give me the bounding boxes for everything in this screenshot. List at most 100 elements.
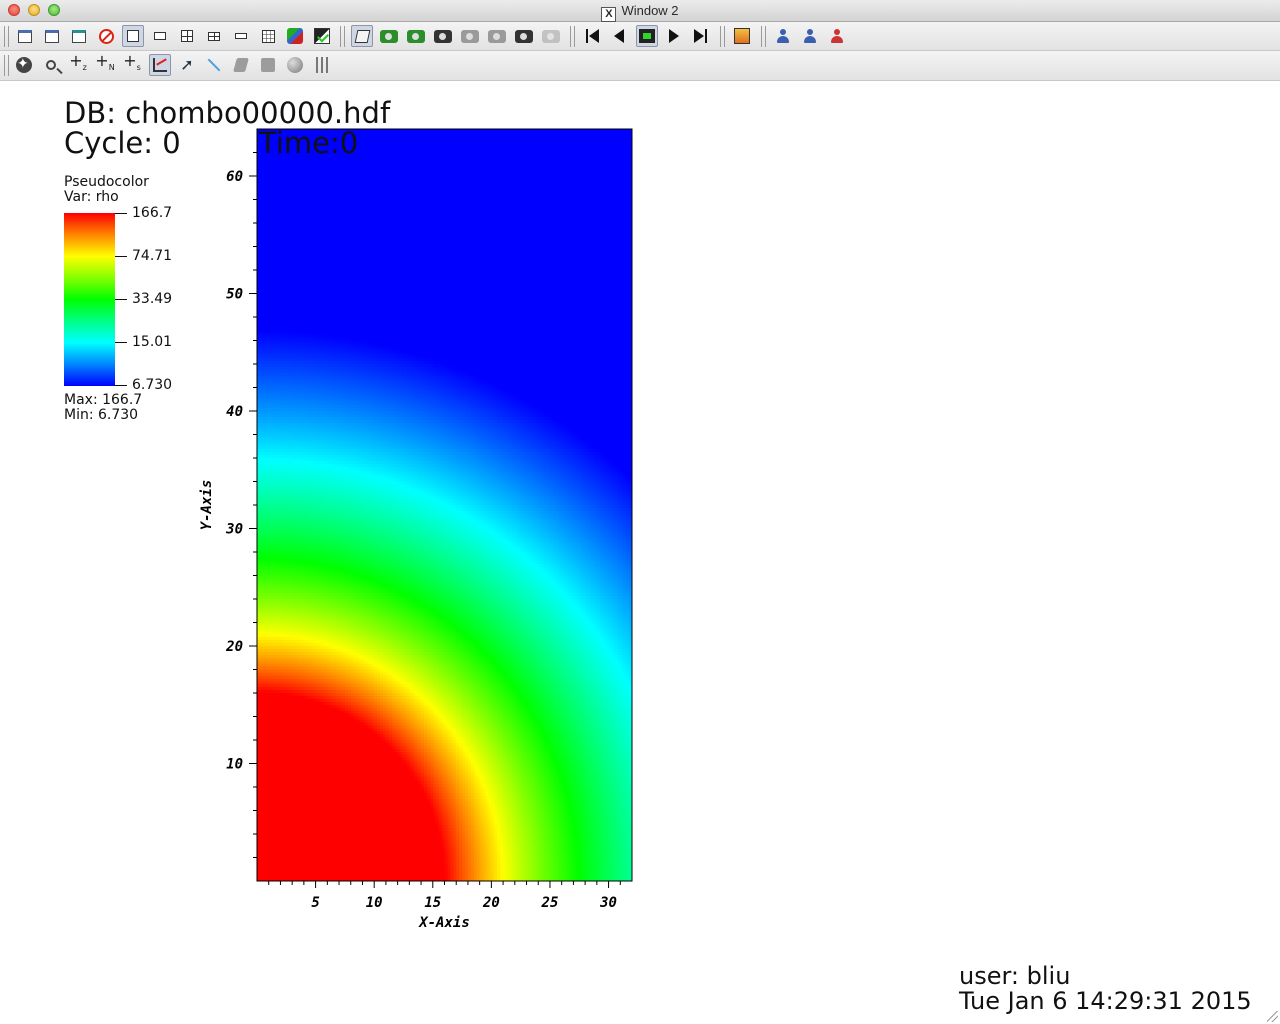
layout-4x4-icon [235,33,247,39]
user-2-button[interactable] [799,25,821,47]
y-tick-label: 20 [225,639,243,655]
snapshot-4-button[interactable] [513,25,535,47]
navigate-button[interactable] [13,54,35,76]
pick-icon [180,55,193,75]
delete-window-button[interactable] [95,25,117,47]
colorbar-label: 6.730 [132,377,173,393]
colorbar-tick [115,256,127,257]
reverse-play-button[interactable] [608,25,630,47]
plus-sub-glyph: z [82,63,87,73]
zone-pick-button[interactable]: +z [67,53,89,76]
y-tick-label: 60 [226,169,243,185]
compass-icon [16,55,32,73]
sphere-tool-button[interactable] [284,54,306,76]
sliders-tool-button[interactable] [311,54,333,76]
person-icon [775,28,791,44]
toolbar-grip[interactable] [4,55,9,76]
plus-glyph: + [123,51,137,71]
colorbar-label: 15.01 [132,334,173,350]
stop-button[interactable] [636,25,658,47]
snapshot-2-button[interactable] [459,25,481,47]
new-window-icon [18,29,32,43]
title-bar: X Window 2 [0,0,1280,22]
y-tick-label: 10 [226,757,243,773]
view-3d-button[interactable] [351,25,373,47]
layout-2x2-button[interactable] [176,25,198,47]
save-movie-button[interactable] [405,25,427,47]
toolbar-grip[interactable] [340,26,345,47]
layout-1x2-button[interactable] [149,25,171,47]
step-forward-button[interactable] [690,25,712,47]
new-window-button[interactable] [14,25,36,47]
box-icon [261,58,275,72]
pseudocolor-plot[interactable]: 5 10 15 20 25 30 10 20 30 40 50 60 X-Axis Y-Axis [0,81,1280,1024]
layout-3x3-icon [261,29,275,43]
x-tick-label: 5 [311,895,319,911]
legend-min: Min: 6.730 [64,407,139,423]
forward-bar-icon [705,29,707,43]
colorbar [64,213,115,386]
user-1-button[interactable] [772,25,794,47]
colorbar-tick [115,299,127,300]
cube-icon [354,29,370,43]
clone-window-button[interactable] [41,25,63,47]
y-axis-label: Y-Axis [199,480,215,531]
play-icon [669,29,679,43]
line-tool-button[interactable] [203,54,225,76]
sphere-icon [287,57,303,73]
x-tick-label: 25 [541,895,559,911]
user-3-button[interactable] [826,25,848,47]
engine-button[interactable] [731,25,753,47]
lock-view-icon [287,28,303,44]
spreadsheet-pick-button[interactable]: +s [121,53,143,76]
main-toolbar [0,22,1280,51]
layout-4x4-button[interactable] [230,25,252,47]
person-icon [802,28,818,44]
reverse-icon [614,29,624,43]
toggle-spin-button[interactable] [311,25,333,47]
sliders-icon [314,57,330,73]
toolbar-grip[interactable] [761,26,766,47]
spreadsheet-pick-icon: +s [123,53,141,76]
snapshot-button[interactable] [432,25,454,47]
save-view-button[interactable] [378,25,400,47]
toolbar-grip[interactable] [570,26,575,47]
lineout-button[interactable] [149,54,171,76]
layout-1x1-button[interactable] [122,25,144,47]
legend-variable: Var: rho [64,189,119,205]
toolbar-grip[interactable] [4,26,9,47]
copy-window-button[interactable] [68,25,90,47]
stop-icon [639,29,655,43]
legend-title: Pseudocolor [64,174,149,190]
layout-2x4-button[interactable] [203,25,225,47]
snapshot-3-button[interactable] [486,25,508,47]
plus-sub-glyph: s [136,63,141,73]
camera-icon [461,29,479,43]
y-tick-label: 40 [226,404,243,420]
zoom-button[interactable] [40,54,62,76]
y-tick-label: 50 [226,287,243,303]
camera-icon [380,29,398,43]
x-tick-label: 30 [599,895,617,911]
camera-icon [542,29,560,43]
colorbar-label: 166.7 [132,205,173,221]
rewind-button[interactable] [581,25,603,47]
node-pick-button[interactable]: +N [94,51,116,76]
play-button[interactable] [663,25,685,47]
copy-window-icon [72,29,86,43]
toggle-lock-button[interactable] [284,25,306,47]
lineout-icon [153,58,167,72]
box-tool-button[interactable] [257,54,279,76]
plus-glyph: + [95,51,109,71]
delete-window-icon [98,28,114,44]
spin-mode-icon [314,28,330,44]
pick-button[interactable] [176,54,198,76]
snapshot-5-button[interactable] [540,25,562,47]
toolbar-grip[interactable] [720,26,725,47]
colorbar-label: 74.71 [132,248,173,264]
visualization-window[interactable]: DB: chombo00000.hdf Cycle: 0 5 10 15 20 25 30… [0,81,1280,1024]
layout-3x3-button[interactable] [257,25,279,47]
plane-tool-button[interactable] [230,54,252,76]
person-icon [829,28,845,44]
resize-grip-icon[interactable] [1267,1011,1278,1022]
